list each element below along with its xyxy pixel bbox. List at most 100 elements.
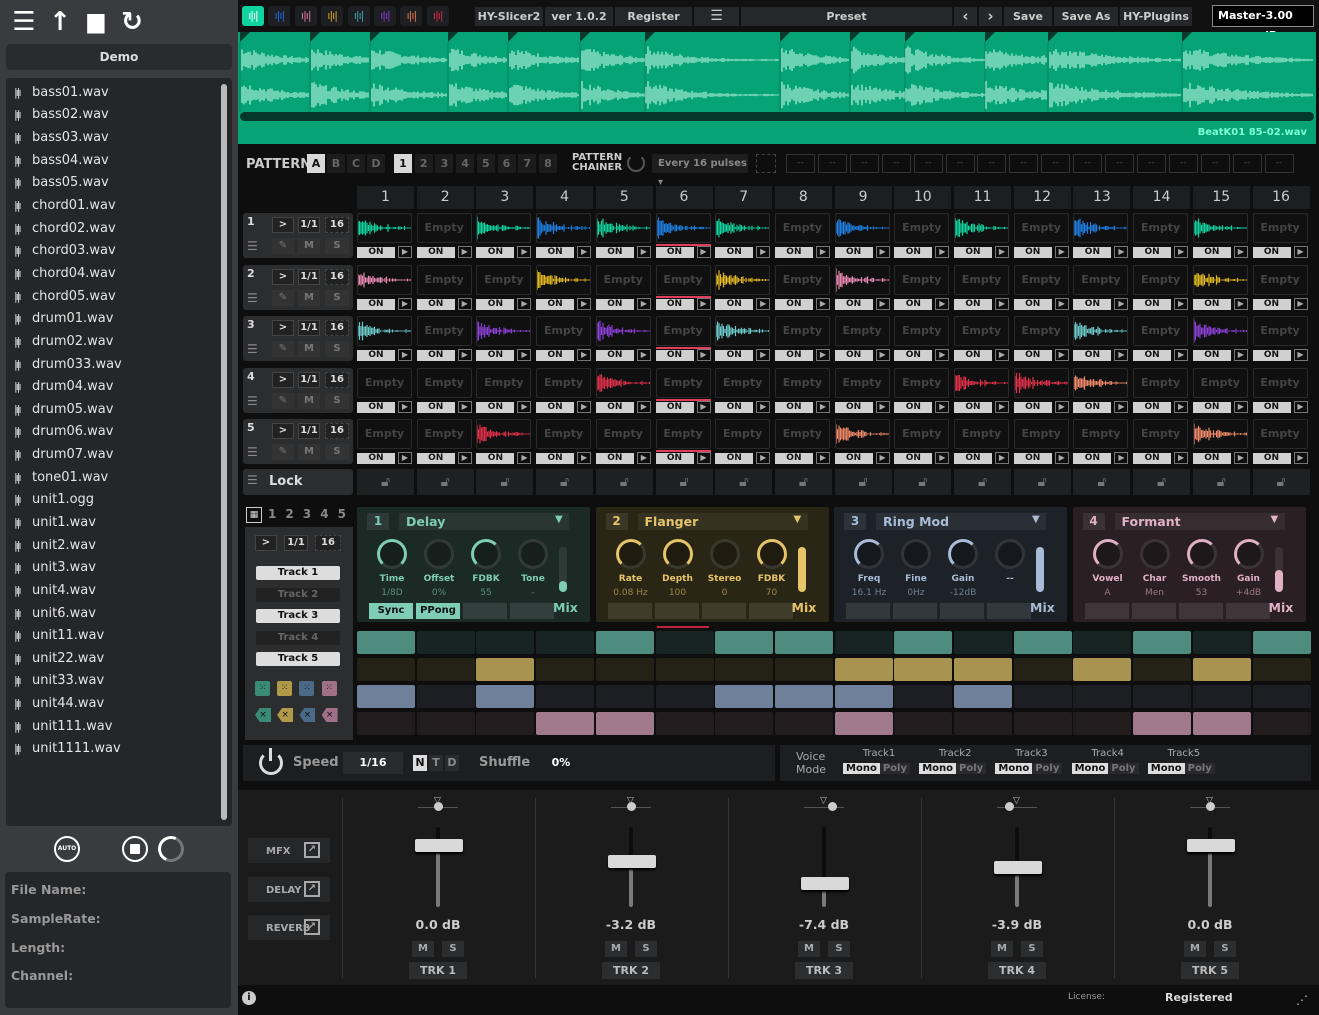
track-menu-icon[interactable]: ☰ bbox=[247, 445, 258, 459]
slot-on-toggle[interactable]: ON bbox=[357, 298, 395, 310]
step-cell[interactable] bbox=[1073, 658, 1132, 681]
solo-button[interactable]: S bbox=[325, 444, 349, 460]
lock-icon[interactable]: 🔓︎ bbox=[715, 469, 773, 495]
mute-button[interactable]: M bbox=[298, 444, 320, 460]
slot-on-toggle[interactable]: ON bbox=[536, 401, 575, 413]
fx-rate-button[interactable]: 1/1 bbox=[284, 535, 308, 551]
volume-fader[interactable] bbox=[801, 877, 849, 890]
poly-option[interactable]: Poly bbox=[956, 763, 987, 774]
slot-play-button[interactable]: ▶ bbox=[1174, 452, 1189, 464]
slice-slot[interactable] bbox=[536, 264, 592, 295]
slot-on-toggle[interactable]: ON bbox=[536, 247, 575, 258]
direction-button[interactable]: > bbox=[272, 423, 294, 439]
slot-play-button[interactable]: ▶ bbox=[1114, 452, 1129, 464]
slice-slot[interactable]: Empty bbox=[476, 367, 532, 398]
step-cell[interactable] bbox=[595, 685, 654, 708]
step-cell[interactable] bbox=[774, 712, 833, 735]
slice-slot[interactable] bbox=[1192, 419, 1248, 449]
step-cell[interactable] bbox=[416, 631, 475, 654]
slot-play-button[interactable]: ▶ bbox=[517, 452, 532, 464]
lock-menu-icon[interactable]: ☰ bbox=[247, 473, 258, 487]
slot-on-toggle[interactable]: ON bbox=[954, 350, 992, 361]
slot-on-toggle[interactable]: ON bbox=[1013, 247, 1052, 258]
pattern-bank-C[interactable]: C bbox=[347, 154, 365, 173]
step-cell[interactable] bbox=[536, 685, 595, 708]
slice-slot[interactable]: Empty bbox=[774, 264, 830, 295]
slot-play-button[interactable]: ▶ bbox=[756, 246, 771, 258]
fx-track-tab-3[interactable]: 3 bbox=[303, 507, 311, 521]
step-cell[interactable] bbox=[1252, 631, 1311, 654]
slot-on-toggle[interactable]: ON bbox=[715, 453, 754, 464]
channel-solo-button[interactable]: S bbox=[1021, 941, 1043, 957]
fx-knob[interactable] bbox=[901, 539, 931, 569]
slice-slot[interactable]: Empty bbox=[894, 264, 950, 295]
slot-play-button[interactable]: ▶ bbox=[457, 246, 472, 258]
slice-slot[interactable] bbox=[536, 213, 592, 243]
track-color-icon-4[interactable]: ı|ı| bbox=[321, 6, 344, 26]
menu-icon[interactable]: ☰ bbox=[10, 8, 38, 36]
fx-option-button[interactable] bbox=[748, 603, 793, 619]
step-cell[interactable] bbox=[1133, 658, 1192, 681]
register-button[interactable]: Register bbox=[615, 7, 692, 26]
steps-button[interactable]: 16 bbox=[325, 371, 349, 388]
slot-on-toggle[interactable]: ON bbox=[1133, 453, 1172, 464]
chain-slot[interactable]: -- bbox=[1200, 154, 1230, 173]
rate-button[interactable]: 1/1 bbox=[298, 423, 320, 439]
step-cell[interactable] bbox=[1192, 712, 1251, 735]
steps-button[interactable]: 16 bbox=[325, 268, 349, 285]
lock-icon[interactable]: 🔓︎ bbox=[1192, 469, 1250, 495]
step-cell[interactable] bbox=[774, 631, 833, 654]
slice-slot[interactable]: Empty bbox=[1252, 264, 1308, 295]
slot-play-button[interactable]: ▶ bbox=[398, 297, 412, 310]
mute-button[interactable]: M bbox=[298, 341, 320, 357]
slice-slot[interactable]: Empty bbox=[1133, 213, 1189, 243]
slot-on-toggle[interactable]: ON bbox=[894, 453, 933, 464]
step-cell[interactable] bbox=[1133, 685, 1192, 708]
slot-play-button[interactable]: ▶ bbox=[935, 400, 950, 413]
slot-on-toggle[interactable]: ON bbox=[954, 401, 992, 413]
slot-on-toggle[interactable]: ON bbox=[1073, 350, 1112, 361]
volume-fader[interactable] bbox=[994, 861, 1042, 874]
file-item[interactable]: |ı|ı chord02.wav bbox=[6, 217, 232, 240]
step-cell[interactable] bbox=[595, 658, 654, 681]
step-cell[interactable] bbox=[595, 712, 654, 735]
slot-play-button[interactable]: ▶ bbox=[398, 349, 412, 361]
fx-option-button[interactable]: PPong bbox=[416, 603, 460, 619]
step-cell[interactable] bbox=[954, 658, 1012, 681]
step-cell[interactable] bbox=[536, 631, 595, 654]
slot-play-button[interactable]: ▶ bbox=[1114, 400, 1129, 413]
slice-slot[interactable] bbox=[1192, 213, 1248, 243]
slot-play-button[interactable]: ▶ bbox=[1233, 297, 1248, 310]
slot-play-button[interactable]: ▶ bbox=[636, 349, 651, 361]
send-mfx-button[interactable]: MFX ↗ bbox=[248, 838, 330, 863]
chain-slot[interactable]: -- bbox=[1009, 154, 1039, 173]
slot-on-toggle[interactable]: ON bbox=[1133, 350, 1172, 361]
track-menu-icon[interactable]: ☰ bbox=[247, 239, 258, 253]
file-item[interactable]: |ı|ı unit33.wav bbox=[6, 670, 232, 693]
slot-on-toggle[interactable]: ON bbox=[774, 247, 813, 258]
slice-slot[interactable]: Empty bbox=[536, 367, 592, 398]
slice-slot[interactable]: Empty bbox=[894, 367, 950, 398]
slice-slot[interactable] bbox=[655, 213, 711, 243]
track-color-icon-1[interactable]: ı|ı| bbox=[242, 6, 264, 26]
slot-play-button[interactable]: ▶ bbox=[398, 452, 412, 464]
direction-button[interactable]: > bbox=[272, 217, 294, 233]
fx-track-button[interactable]: Track 2 bbox=[256, 587, 340, 602]
pattern-number-4[interactable]: 4 bbox=[456, 154, 475, 173]
step-cell[interactable] bbox=[715, 658, 774, 681]
slot-play-button[interactable]: ▶ bbox=[1174, 297, 1189, 310]
file-item[interactable]: |ı|ı chord05.wav bbox=[6, 285, 232, 308]
slot-play-button[interactable]: ▶ bbox=[935, 349, 950, 361]
fx-option-button[interactable] bbox=[987, 603, 1031, 619]
step-cell[interactable] bbox=[1073, 631, 1132, 654]
slot-play-button[interactable]: ▶ bbox=[995, 349, 1009, 361]
track-color-icon-2[interactable]: ı|ı| bbox=[268, 6, 291, 26]
slot-play-button[interactable]: ▶ bbox=[995, 400, 1009, 413]
slot-on-toggle[interactable]: ON bbox=[834, 247, 873, 258]
slice-slot[interactable]: Empty bbox=[655, 367, 711, 398]
fx-option-button[interactable] bbox=[846, 603, 890, 619]
mute-button[interactable]: M bbox=[298, 392, 320, 409]
lock-icon[interactable]: 🔓︎ bbox=[536, 469, 594, 495]
track-menu-icon[interactable]: ☰ bbox=[247, 342, 258, 356]
file-item[interactable]: |ı|ı chord03.wav bbox=[6, 239, 232, 262]
